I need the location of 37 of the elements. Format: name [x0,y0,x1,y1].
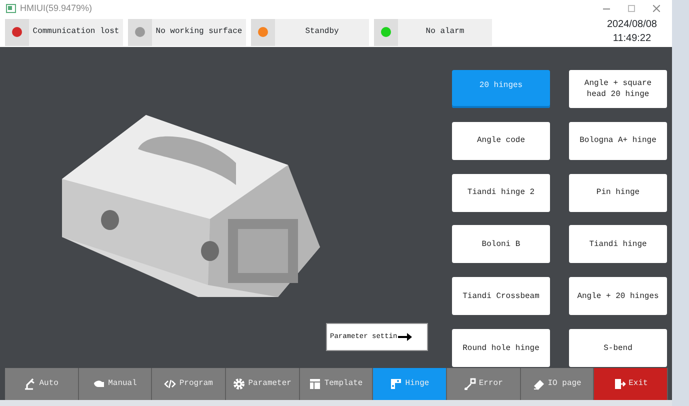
hinge-type-button[interactable]: Pin hinge [569,174,667,212]
status-label: Standby [304,26,340,38]
nav-tab[interactable]: Manual [78,368,152,400]
hinge-type-button[interactable]: Angle + 20 hinges [569,277,667,316]
hinge-type-button[interactable]: S-bend [569,329,667,368]
robot-arm-icon [24,378,36,390]
settings-icon [233,378,246,390]
date-label: 2024/08/08 [606,18,657,32]
maximize-icon[interactable] [628,5,635,12]
code-icon [164,378,176,390]
nav-tab[interactable]: Exit [594,368,668,400]
hinge-type-button[interactable]: Angle + square head 20 hinge [569,70,667,108]
time-label: 11:49:22 [612,32,652,46]
arrow-icon [398,333,412,341]
probe-icon [464,378,476,390]
nav-tab[interactable]: IO page [520,368,594,400]
status-label: No working surface [154,26,244,38]
app-icon [6,4,16,13]
status-label: Communication lost [32,26,120,38]
close-icon[interactable] [653,5,660,12]
hinge-type-button[interactable]: Round hole hinge [452,329,550,368]
hinge-type-button[interactable]: Angle code [452,122,550,160]
door-icon [614,378,626,390]
nav-tab[interactable]: Template [300,368,374,400]
nav-tab[interactable]: Error [447,368,521,400]
nav-tab[interactable]: Program [152,368,226,400]
hinge-type-button[interactable]: Boloni B [452,225,550,264]
hinge-type-button[interactable]: Tiandi Crossbeam [452,277,550,316]
nav-tab[interactable]: Auto [5,368,79,400]
hinge-type-button[interactable]: Tiandi hinge 2 [452,174,550,212]
status-label: No alarm [424,26,466,38]
hinge-type-button[interactable]: Bologna A+ hinge [569,122,667,160]
nav-tab[interactable]: Parameter [226,368,300,400]
hinge-type-button[interactable]: Tiandi hinge [569,225,667,264]
hinge-icon [390,378,402,390]
window-title: HMIUI(59.9479%) [20,2,92,15]
table-icon [309,378,322,390]
